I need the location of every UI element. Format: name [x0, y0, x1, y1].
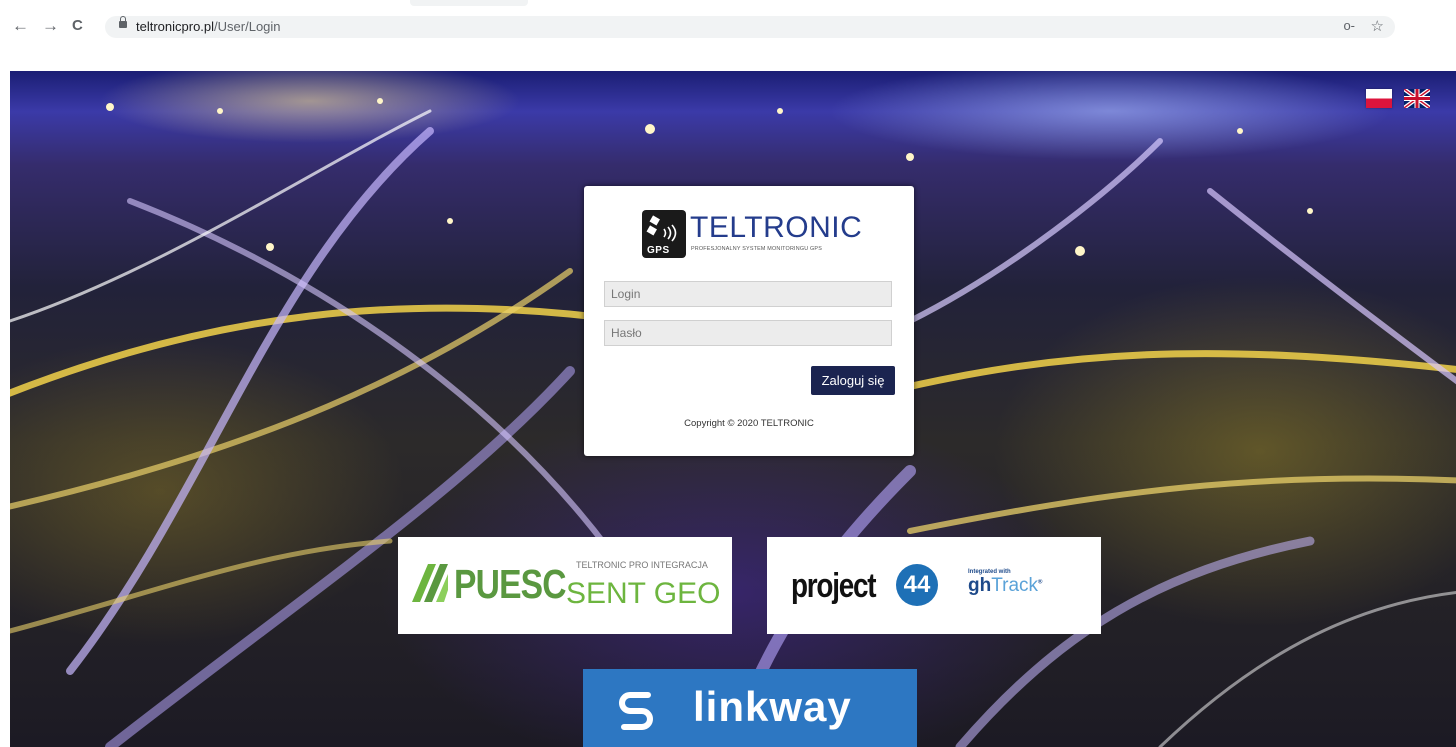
- linkway-banner[interactable]: linkway: [583, 669, 917, 747]
- linkway-logo-text: linkway: [693, 683, 852, 730]
- brand-tagline: PROFESJONALNY SYSTEM MONITORINGU GPS: [691, 246, 823, 252]
- url-host: teltronicpro.pl: [136, 19, 215, 34]
- teltronic-logo: GPS TELTRONIC PROFESJONALNY SYSTEM MONIT…: [642, 210, 872, 260]
- satellite-icon: GPS: [642, 210, 686, 258]
- forward-button[interactable]: →: [42, 17, 59, 34]
- brand-name: TELTRONIC: [690, 211, 863, 244]
- project44-logo-text: project: [791, 567, 877, 605]
- address-bar[interactable]: teltronicpro.pl/User/Login o- ☆: [105, 16, 1395, 38]
- copyright-text: Copyright © 2020 TELTRONIC: [684, 418, 814, 429]
- gps-label: GPS: [647, 245, 670, 256]
- ghtrack-logo: ghTrack®: [968, 575, 1042, 597]
- lock-icon: [119, 16, 127, 28]
- url-path: /User/Login: [214, 19, 281, 34]
- puesc-subtitle: TELTRONIC PRO INTEGRACJA: [576, 560, 708, 570]
- login-page: GPS TELTRONIC PROFESJONALNY SYSTEM MONIT…: [10, 71, 1456, 747]
- password-input[interactable]: [604, 320, 892, 346]
- puesc-sent-geo-banner[interactable]: PUESC TELTRONIC PRO INTEGRACJA SENT GEO: [398, 537, 732, 634]
- login-button[interactable]: Zaloguj się: [811, 366, 895, 395]
- uk-flag-graphic: [1404, 89, 1430, 108]
- login-panel: GPS TELTRONIC PROFESJONALNY SYSTEM MONIT…: [584, 186, 914, 456]
- flag-pl-icon[interactable]: [1366, 89, 1392, 108]
- key-icon[interactable]: o-: [1343, 18, 1355, 33]
- linkway-icon: [619, 692, 653, 730]
- url-text[interactable]: teltronicpro.pl/User/Login: [136, 19, 281, 34]
- registered-mark: ®: [1038, 579, 1043, 586]
- star-icon[interactable]: ☆: [1371, 17, 1384, 35]
- browser-tab-strip: [0, 0, 1456, 8]
- login-input[interactable]: [604, 281, 892, 307]
- puesc-logo-text: PUESC: [454, 561, 567, 607]
- sent-geo-title: SENT GEO: [566, 577, 721, 610]
- browser-toolbar: ← → C teltronicpro.pl/User/Login o- ☆: [0, 8, 1456, 44]
- reload-button[interactable]: C: [72, 18, 83, 34]
- satellite-signal-graphic: [646, 215, 677, 242]
- browser-tab[interactable]: [410, 0, 528, 6]
- back-button[interactable]: ←: [12, 17, 29, 34]
- flag-uk-icon[interactable]: [1404, 89, 1430, 108]
- gh-text: gh: [968, 575, 992, 596]
- puesc-stripes-icon: [412, 564, 448, 602]
- track-text: Track: [991, 575, 1039, 596]
- project44-badge: 44: [896, 564, 938, 606]
- project44-banner[interactable]: project 44 Integrated with ghTrack®: [767, 537, 1101, 634]
